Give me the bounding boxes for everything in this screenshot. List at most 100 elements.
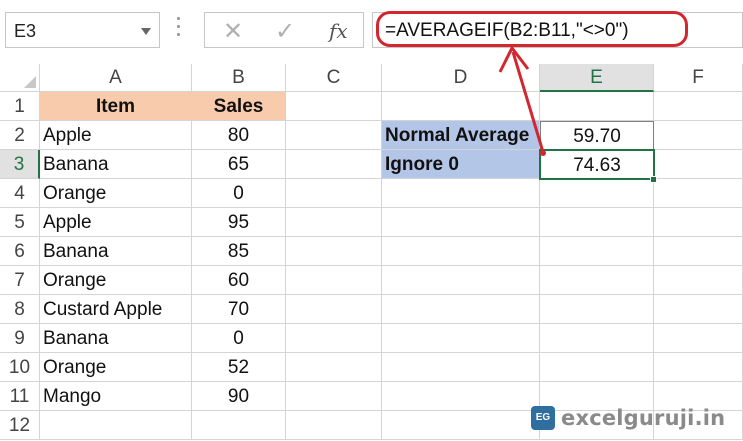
grid-cell[interactable] bbox=[654, 266, 743, 295]
table-row-item[interactable]: Orange bbox=[40, 353, 192, 382]
drag-handle-icon[interactable] bbox=[176, 17, 182, 43]
table-row-item[interactable]: Custard Apple bbox=[40, 295, 192, 324]
cell-e3-ignore-zero-value[interactable]: 74.63 bbox=[539, 149, 655, 180]
table-row-sales[interactable]: 0 bbox=[192, 179, 286, 208]
grid-cell[interactable] bbox=[540, 295, 654, 324]
grid-cell[interactable] bbox=[540, 237, 654, 266]
column-header-d[interactable]: D bbox=[382, 64, 540, 92]
grid-cell[interactable] bbox=[382, 266, 540, 295]
formula-highlight-annotation bbox=[376, 11, 688, 47]
table-row-item[interactable]: Banana bbox=[40, 150, 192, 179]
grid-cell[interactable] bbox=[382, 411, 540, 440]
grid-cell[interactable] bbox=[654, 237, 743, 266]
row-header-4[interactable]: 4 bbox=[0, 179, 40, 208]
grid-cell[interactable] bbox=[540, 179, 654, 208]
row-header-8[interactable]: 8 bbox=[0, 295, 40, 324]
grid-cell[interactable] bbox=[654, 208, 743, 237]
grid-cell[interactable] bbox=[654, 121, 743, 150]
column-header-b[interactable]: B bbox=[192, 64, 286, 92]
grid-cell[interactable] bbox=[654, 295, 743, 324]
grid-cell[interactable] bbox=[382, 208, 540, 237]
table-row-item[interactable]: Orange bbox=[40, 179, 192, 208]
select-all-icon bbox=[24, 76, 36, 88]
grid-cell[interactable] bbox=[654, 324, 743, 353]
grid-cell[interactable] bbox=[286, 92, 382, 121]
fill-handle[interactable] bbox=[650, 176, 657, 183]
row-header-2[interactable]: 2 bbox=[0, 121, 40, 150]
grid-cell[interactable] bbox=[192, 411, 286, 440]
grid-cell[interactable] bbox=[286, 382, 382, 411]
grid-cell[interactable] bbox=[286, 411, 382, 440]
table-row-sales[interactable]: 85 bbox=[192, 237, 286, 266]
grid-cell[interactable] bbox=[286, 266, 382, 295]
row-header-3[interactable]: 3 bbox=[0, 150, 40, 179]
formula-bar: E3 ✕ ✓ fx =AVERAGEIF(B2:B11,"<>0") bbox=[0, 0, 743, 62]
formula-buttons: ✕ ✓ fx bbox=[204, 12, 364, 48]
grid-cell[interactable] bbox=[654, 92, 743, 121]
grid-cell[interactable] bbox=[382, 353, 540, 382]
table-row-sales[interactable]: 90 bbox=[192, 382, 286, 411]
name-box-value: E3 bbox=[14, 21, 37, 41]
grid-cell[interactable] bbox=[654, 353, 743, 382]
grid-cell[interactable] bbox=[540, 208, 654, 237]
table-row-sales[interactable]: 60 bbox=[192, 266, 286, 295]
table-row-item[interactable]: Apple bbox=[40, 208, 192, 237]
row-header-5[interactable]: 5 bbox=[0, 208, 40, 237]
table-row-item[interactable]: Banana bbox=[40, 237, 192, 266]
row-header-11[interactable]: 11 bbox=[0, 382, 40, 411]
grid-cell[interactable] bbox=[540, 324, 654, 353]
column-header-c[interactable]: C bbox=[286, 64, 382, 92]
column-header-e[interactable]: E bbox=[540, 64, 654, 92]
grid-cell[interactable] bbox=[286, 179, 382, 208]
cell-d3-ignore-zero-label[interactable]: Ignore 0 bbox=[382, 150, 540, 179]
table-row-item[interactable]: Apple bbox=[40, 121, 192, 150]
grid-cell[interactable] bbox=[654, 150, 743, 179]
grid-cell[interactable] bbox=[382, 179, 540, 208]
row-header-12[interactable]: 12 bbox=[0, 411, 40, 440]
row-header-1[interactable]: 1 bbox=[0, 92, 40, 121]
cell-a1[interactable]: Item bbox=[40, 92, 192, 121]
grid-cell[interactable] bbox=[382, 295, 540, 324]
enter-icon[interactable]: ✓ bbox=[275, 17, 295, 46]
table-row-item[interactable]: Orange bbox=[40, 266, 192, 295]
grid-cell[interactable] bbox=[286, 208, 382, 237]
table-row-sales[interactable]: 95 bbox=[192, 208, 286, 237]
grid-cell[interactable] bbox=[654, 179, 743, 208]
row-header-6[interactable]: 6 bbox=[0, 237, 40, 266]
chevron-down-icon[interactable] bbox=[141, 28, 151, 35]
cancel-icon[interactable]: ✕ bbox=[223, 17, 243, 46]
grid-cell[interactable] bbox=[40, 411, 192, 440]
column-header-a[interactable]: A bbox=[40, 64, 192, 92]
select-all-button[interactable] bbox=[0, 64, 40, 92]
table-row-sales[interactable]: 0 bbox=[192, 324, 286, 353]
grid-cell[interactable] bbox=[540, 92, 654, 121]
cell-d2-normal-average-label[interactable]: Normal Average bbox=[382, 121, 540, 150]
row-header-7[interactable]: 7 bbox=[0, 266, 40, 295]
row-header-9[interactable]: 9 bbox=[0, 324, 40, 353]
table-row-sales[interactable]: 52 bbox=[192, 353, 286, 382]
table-row-item[interactable]: Banana bbox=[40, 324, 192, 353]
grid-cell[interactable] bbox=[286, 121, 382, 150]
grid-cell[interactable] bbox=[286, 150, 382, 179]
grid-cell[interactable] bbox=[540, 353, 654, 382]
grid-cell[interactable] bbox=[382, 237, 540, 266]
table-row-item[interactable]: Mango bbox=[40, 382, 192, 411]
grid-cell[interactable] bbox=[382, 382, 540, 411]
watermark: EG excelguruji.in bbox=[531, 405, 725, 431]
table-row-sales[interactable]: 80 bbox=[192, 121, 286, 150]
table-row-sales[interactable]: 65 bbox=[192, 150, 286, 179]
table-row-sales[interactable]: 70 bbox=[192, 295, 286, 324]
column-header-f[interactable]: F bbox=[654, 64, 743, 92]
name-box[interactable]: E3 bbox=[5, 12, 160, 48]
grid-cell[interactable] bbox=[540, 266, 654, 295]
insert-function-icon[interactable]: fx bbox=[329, 19, 348, 43]
grid-cell[interactable] bbox=[382, 324, 540, 353]
grid-cell[interactable] bbox=[286, 295, 382, 324]
row-header-10[interactable]: 10 bbox=[0, 353, 40, 382]
cell-e2-normal-average-value[interactable]: 59.70 bbox=[540, 121, 654, 150]
cell-b1[interactable]: Sales bbox=[192, 92, 286, 121]
grid-cell[interactable] bbox=[286, 237, 382, 266]
grid-cell[interactable] bbox=[382, 92, 540, 121]
grid-cell[interactable] bbox=[286, 353, 382, 382]
grid-cell[interactable] bbox=[286, 324, 382, 353]
